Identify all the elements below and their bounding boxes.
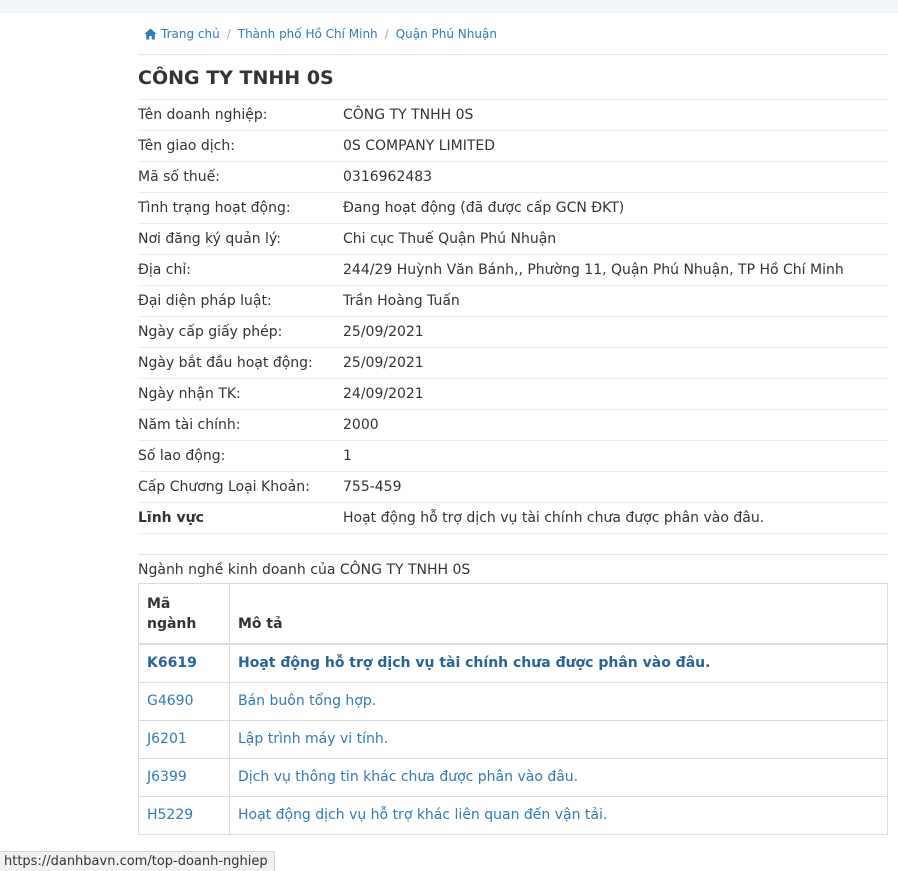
- info-value: 2000: [343, 409, 888, 441]
- top-bar: [0, 0, 898, 13]
- info-value: 755-459: [343, 471, 888, 503]
- breadcrumb-separator: /: [226, 26, 231, 41]
- industry-desc-link[interactable]: Bán buôn tổng hợp.: [229, 682, 888, 721]
- breadcrumb-separator: /: [384, 26, 389, 41]
- info-row: Địa chỉ: 244/29 Huỳnh Văn Bánh,, Phường …: [138, 254, 888, 286]
- table-row: H5229 Hoạt động dịch vụ hỗ trợ khác liên…: [138, 796, 888, 835]
- industry-desc-link[interactable]: Dịch vụ thông tin khác chưa được phân và…: [229, 758, 888, 797]
- industry-code-link[interactable]: K6619: [138, 643, 230, 683]
- info-row: Ngày nhận TK: 24/09/2021: [138, 378, 888, 410]
- industries-heading: Ngành nghề kinh doanh của CÔNG TY TNHH 0…: [138, 554, 888, 583]
- breadcrumb-home-link[interactable]: Trang chủ: [161, 27, 220, 41]
- info-row-field: Lĩnh vực Hoạt động hỗ trợ dịch vụ tài ch…: [138, 502, 888, 534]
- info-value: 1: [343, 440, 888, 472]
- info-label: Ngày bắt đầu hoạt động:: [138, 347, 343, 379]
- info-row: Số lao động: 1: [138, 440, 888, 472]
- info-value: Trần Hoàng Tuấn: [343, 285, 888, 317]
- info-row: Đại diện pháp luật: Trần Hoàng Tuấn: [138, 285, 888, 317]
- info-label: Lĩnh vực: [138, 502, 343, 534]
- status-bar-url: https://danhbavn.com/top-doanh-nghiep: [0, 851, 275, 871]
- info-label: Tên doanh nghiệp:: [138, 100, 343, 131]
- info-value: 25/09/2021: [343, 316, 888, 348]
- table-row: K6619 Hoạt động hỗ trợ dịch vụ tài chính…: [138, 643, 888, 683]
- table-row: J6399 Dịch vụ thông tin khác chưa được p…: [138, 758, 888, 797]
- info-label: Số lao động:: [138, 440, 343, 472]
- info-value: CÔNG TY TNHH 0S: [343, 100, 888, 131]
- info-value: Hoạt động hỗ trợ dịch vụ tài chính chưa …: [343, 502, 888, 534]
- info-row: Tên giao dịch: 0S COMPANY LIMITED: [138, 130, 888, 162]
- info-row: Mã số thuế: 0316962483: [138, 161, 888, 193]
- breadcrumb: Trang chủ / Thành phố Hồ Chí Minh / Quận…: [138, 13, 888, 55]
- info-row: Tình trạng hoạt động: Đang hoạt động (đã…: [138, 192, 888, 224]
- info-row: Ngày bắt đầu hoạt động: 25/09/2021: [138, 347, 888, 379]
- info-label: Mã số thuế:: [138, 161, 343, 193]
- industry-desc-link[interactable]: Hoạt động hỗ trợ dịch vụ tài chính chưa …: [229, 643, 888, 683]
- info-row: Tên doanh nghiệp: CÔNG TY TNHH 0S: [138, 100, 888, 131]
- table-header-row: Mã ngành Mô tả: [138, 583, 888, 645]
- info-row: Cấp Chương Loại Khoản: 755-459: [138, 471, 888, 503]
- breadcrumb-district-link[interactable]: Quận Phú Nhuận: [396, 27, 497, 41]
- info-label: Địa chỉ:: [138, 254, 343, 286]
- info-label: Ngày nhận TK:: [138, 378, 343, 410]
- info-value: Chi cục Thuế Quận Phú Nhuận: [343, 223, 888, 255]
- info-label: Cấp Chương Loại Khoản:: [138, 471, 343, 503]
- info-label: Tình trạng hoạt động:: [138, 192, 343, 224]
- industry-desc-link[interactable]: Hoạt động dịch vụ hỗ trợ khác liên quan …: [229, 796, 888, 835]
- industry-code-link[interactable]: G4690: [138, 682, 230, 721]
- info-value: 0S COMPANY LIMITED: [343, 130, 888, 162]
- info-label: Ngày cấp giấy phép:: [138, 316, 343, 348]
- col-code-header: Mã ngành: [138, 583, 230, 645]
- table-row: G4690 Bán buôn tổng hợp.: [138, 682, 888, 721]
- info-value: 24/09/2021: [343, 378, 888, 410]
- table-row: J6201 Lập trình máy vi tính.: [138, 720, 888, 759]
- home-icon[interactable]: [144, 28, 157, 40]
- main-content: Trang chủ / Thành phố Hồ Chí Minh / Quận…: [138, 13, 888, 835]
- industry-code-link[interactable]: J6399: [138, 758, 230, 797]
- breadcrumb-city-link[interactable]: Thành phố Hồ Chí Minh: [238, 27, 378, 41]
- info-label: Nơi đăng ký quản lý:: [138, 223, 343, 255]
- info-row: Năm tài chính: 2000: [138, 409, 888, 441]
- industries-table: Mã ngành Mô tả K6619 Hoạt động hỗ trợ dị…: [138, 583, 888, 835]
- info-value: 244/29 Huỳnh Văn Bánh,, Phường 11, Quận …: [343, 254, 888, 286]
- industry-desc-link[interactable]: Lập trình máy vi tính.: [229, 720, 888, 759]
- industry-code-link[interactable]: H5229: [138, 796, 230, 835]
- info-label: Tên giao dịch:: [138, 130, 343, 162]
- info-label: Năm tài chính:: [138, 409, 343, 441]
- info-value: 25/09/2021: [343, 347, 888, 379]
- industry-code-link[interactable]: J6201: [138, 720, 230, 759]
- info-row: Ngày cấp giấy phép: 25/09/2021: [138, 316, 888, 348]
- info-value: Đang hoạt động (đã được cấp GCN ĐKT): [343, 192, 888, 224]
- company-info-table: Tên doanh nghiệp: CÔNG TY TNHH 0S Tên gi…: [138, 100, 888, 534]
- info-value: 0316962483: [343, 161, 888, 193]
- col-desc-header: Mô tả: [229, 583, 888, 645]
- info-row: Nơi đăng ký quản lý: Chi cục Thuế Quận P…: [138, 223, 888, 255]
- info-label: Đại diện pháp luật:: [138, 285, 343, 317]
- page-title: CÔNG TY TNHH 0S: [138, 55, 888, 100]
